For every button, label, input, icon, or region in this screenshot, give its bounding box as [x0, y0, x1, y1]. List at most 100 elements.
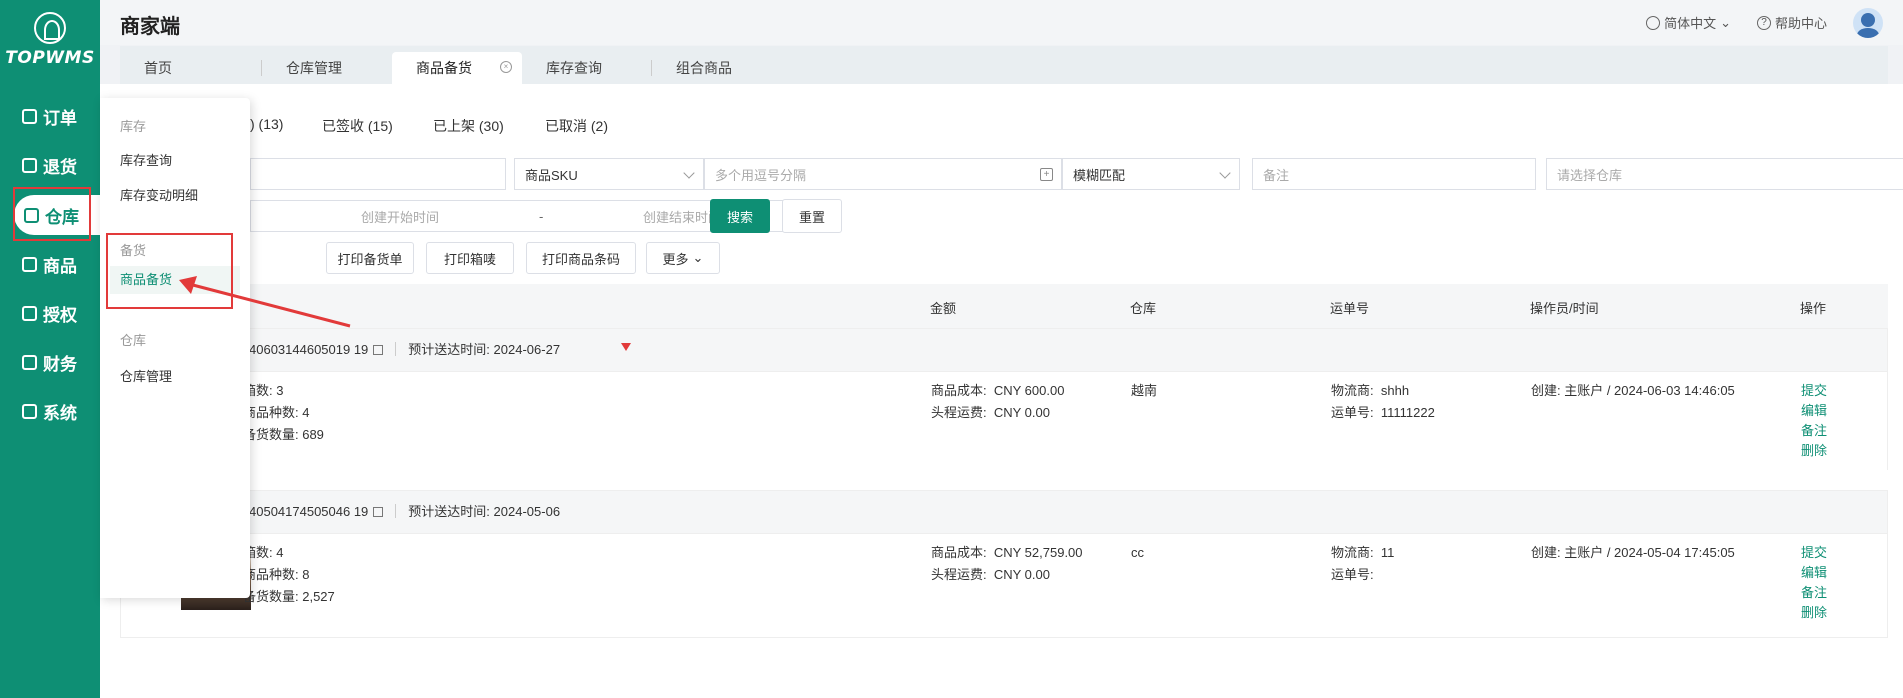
carrier-label: 物流商: — [1331, 383, 1374, 398]
status-tab-in-transit[interactable]: ) (13) — [250, 116, 283, 132]
cost-label: 商品成本: — [931, 383, 987, 398]
shield-icon — [22, 305, 37, 321]
sidebar-item-label: 退货 — [43, 157, 77, 177]
top-header: 商家端 简体中文 ⌄ ? 帮助中心 — [100, 0, 1903, 45]
eta-value: 2024-05-06 — [493, 504, 561, 519]
remark-link[interactable]: 备注 — [1801, 420, 1827, 442]
sidebar-item-label: 财务 — [43, 354, 77, 374]
print-box-label-button[interactable]: 打印箱唛 — [426, 242, 514, 274]
edit-link[interactable]: 编辑 — [1801, 562, 1827, 584]
print-barcode-button[interactable]: 打印商品条码 — [526, 242, 636, 274]
submenu-section-warehouse: 仓库 — [120, 333, 147, 348]
sku-input[interactable]: 多个用逗号分隔 + — [704, 158, 1062, 190]
status-tab-shelved[interactable]: 已上架 (30) — [433, 116, 504, 136]
status-tab-signed[interactable]: 已签收 (15) — [322, 116, 393, 136]
sidebar-item-label: 系统 — [43, 403, 77, 423]
help-center-link[interactable]: ? 帮助中心 — [1756, 13, 1827, 32]
sidebar-item-authorization[interactable]: 授权 — [0, 293, 100, 333]
status-tab-cancelled[interactable]: 已取消 (2) — [545, 116, 608, 136]
sku-type-select[interactable]: 商品SKU — [514, 158, 704, 190]
copy-icon[interactable] — [373, 507, 384, 517]
remark-link[interactable]: 备注 — [1801, 582, 1827, 604]
range-separator: - — [539, 208, 544, 224]
sidebar-item-system[interactable]: 系统 — [0, 391, 100, 431]
reset-button[interactable]: 重置 — [782, 199, 842, 233]
submenu-item-warehouse-management[interactable]: 仓库管理 — [120, 366, 172, 385]
tab-product-stocking[interactable]: 商品备货 × — [392, 52, 522, 84]
annotation-marker — [621, 343, 631, 351]
eta-label: 预计送达时间: — [408, 504, 490, 519]
sidebar-item-finance[interactable]: 财务 — [0, 342, 100, 382]
delete-link[interactable]: 删除 — [1801, 440, 1827, 462]
header-actions: 简体中文 ⌄ ? 帮助中心 — [1646, 0, 1883, 45]
freight-label: 头程运费: — [931, 567, 987, 582]
plus-icon[interactable]: + — [1040, 168, 1053, 181]
carrier: 物流商: shhh — [1331, 380, 1409, 402]
search-button[interactable]: 搜索 — [710, 199, 770, 233]
sidebar-item-products[interactable]: 商品 — [0, 244, 100, 284]
freight-cost: 头程运费: CNY 0.00 — [931, 402, 1050, 424]
tab-home[interactable]: 首页 — [120, 52, 262, 84]
match-mode-select[interactable]: 模糊匹配 — [1062, 158, 1240, 190]
logo-text: TOPWMS — [5, 48, 95, 68]
column-header-operator-time: 操作员/时间 — [1530, 301, 1599, 316]
order-group-row: 40504174505046 19 预计送达时间: 2024-05-06 — [120, 490, 1888, 534]
stock-quantity: 备货数量: 2,527 — [243, 589, 335, 604]
table-header: 金额 仓库 运单号 操作员/时间 操作 — [120, 284, 1888, 328]
sidebar-item-orders[interactable]: 订单 — [0, 96, 100, 136]
list-icon — [22, 108, 37, 124]
order-number-text: 40603144605019 19 — [249, 342, 369, 357]
edit-link[interactable]: 编辑 — [1801, 400, 1827, 422]
globe-icon — [1646, 15, 1661, 30]
cost-value: CNY 600.00 — [993, 383, 1065, 398]
divider — [395, 504, 397, 518]
warehouse-name: cc — [1131, 545, 1144, 560]
divider — [395, 342, 397, 356]
order-row: 箱数: 4 商品种数: 8 备货数量: 2,527 商品成本: CNY 52,7… — [120, 534, 1888, 638]
select-value: 商品SKU — [525, 167, 578, 183]
eta-value: 2024-06-27 — [493, 342, 561, 357]
order-number: 40603144605019 19 预计送达时间: 2024-06-27 — [249, 339, 560, 361]
help-label: 帮助中心 — [1774, 16, 1827, 31]
tab-label: 商品备货 — [416, 60, 472, 76]
freight-cost: 头程运费: CNY 0.00 — [931, 564, 1050, 586]
chevron-down-icon — [1219, 167, 1231, 179]
submenu-item-inventory-changes[interactable]: 库存变动明细 — [120, 185, 198, 204]
coin-icon — [22, 354, 37, 370]
chevron-down-icon — [683, 167, 695, 179]
close-icon[interactable]: × — [500, 61, 512, 73]
waybill: 运单号: 11111222 — [1331, 402, 1435, 424]
order-no-input[interactable] — [250, 158, 506, 190]
sku-kinds: 商品种数: 4 — [243, 405, 310, 420]
submit-link[interactable]: 提交 — [1801, 380, 1827, 402]
delete-link[interactable]: 删除 — [1801, 602, 1827, 624]
remark-input[interactable]: 备注 — [1252, 158, 1536, 190]
copy-icon[interactable] — [373, 345, 384, 355]
tab-label: 组合商品 — [676, 60, 732, 76]
tab-combo-products[interactable]: 组合商品 — [652, 52, 782, 84]
avatar[interactable] — [1853, 7, 1883, 38]
submenu-item-inventory-query[interactable]: 库存查询 — [120, 150, 172, 169]
eta-label: 预计送达时间: — [408, 342, 490, 357]
sidebar-item-label: 商品 — [43, 256, 77, 276]
logo-icon — [34, 12, 66, 44]
warehouse-submenu: 库存 库存查询 库存变动明细 备货 商品备货 仓库 仓库管理 — [100, 98, 250, 598]
more-dropdown-button[interactable]: 更多 ⌄ — [646, 242, 720, 274]
main-content: ) (13) 已签收 (15) 已上架 (30) 已取消 (2) 商品SKU 多… — [100, 84, 1903, 698]
logo[interactable]: TOPWMS — [0, 12, 100, 68]
sku-kinds: 商品种数: 8 — [243, 567, 310, 582]
sidebar-item-label: 授权 — [43, 305, 77, 325]
tab-inventory-query[interactable]: 库存查询 — [522, 52, 652, 84]
column-header-waybill: 运单号 — [1330, 301, 1370, 316]
tab-warehouse-management[interactable]: 仓库管理 — [262, 52, 392, 84]
warehouse-select[interactable]: 请选择仓库 — [1546, 158, 1903, 190]
tab-label: 仓库管理 — [286, 60, 342, 76]
more-label: 更多 — [662, 251, 689, 267]
sidebar-item-returns[interactable]: 退货 — [0, 145, 100, 185]
select-placeholder: 请选择仓库 — [1557, 167, 1623, 183]
chevron-down-icon: ⌄ — [1720, 14, 1731, 30]
submit-link[interactable]: 提交 — [1801, 542, 1827, 564]
carrier-label: 物流商: — [1331, 545, 1374, 560]
order-group-row: 40603144605019 19 预计送达时间: 2024-06-27 — [120, 328, 1888, 372]
language-switcher[interactable]: 简体中文 ⌄ — [1646, 13, 1731, 32]
